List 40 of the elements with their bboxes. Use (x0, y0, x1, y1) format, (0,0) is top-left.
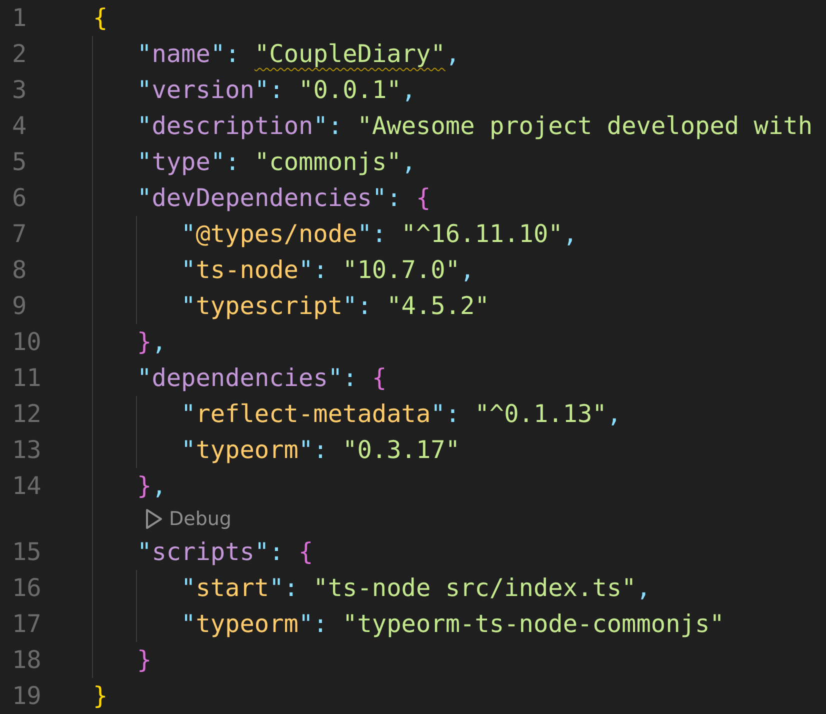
line-number: 13 (11, 434, 42, 466)
code-line: "version": "0.0.1", (137, 74, 416, 106)
line-number: 3 (11, 74, 28, 106)
code-line: "reflect-metadata": "^0.1.13", (181, 398, 622, 430)
code-line: "description": "Awesome project developed with (137, 110, 812, 142)
code-line: }, (137, 470, 166, 502)
code-line: "typeorm": "typeorm-ts-node-commonjs" (181, 608, 724, 640)
code-line: } (137, 644, 152, 676)
line-number: 1 (11, 2, 28, 34)
line-number: 5 (11, 146, 28, 178)
line-number: 4 (11, 110, 28, 142)
code-line: "typescript": "4.5.2" (181, 290, 490, 322)
line-number: 10 (11, 326, 42, 358)
code-line: "@types/node": "^16.11.10", (181, 218, 578, 250)
code-line: { (93, 2, 108, 34)
line-number: 16 (11, 572, 42, 604)
code-line: }, (137, 326, 166, 358)
line-number: 8 (11, 254, 28, 286)
line-number: 17 (11, 608, 42, 640)
line-number: 14 (11, 470, 42, 502)
code-line: "name": "CoupleDiary", (137, 38, 460, 70)
code-line: "typeorm": "0.3.17" (181, 434, 460, 466)
line-number: 11 (11, 362, 42, 394)
code-line: "start": "ts-node src/index.ts", (181, 572, 651, 604)
line-number: 6 (11, 182, 28, 214)
code-line: "dependencies": { (137, 362, 387, 394)
code-line: "ts-node": "10.7.0", (181, 254, 475, 286)
line-number: 19 (11, 680, 42, 712)
play-icon (145, 508, 163, 530)
code-line: "type": "commonjs", (137, 146, 416, 178)
line-number: 2 (11, 38, 28, 70)
line-number: 7 (11, 218, 28, 250)
line-number: 12 (11, 398, 42, 430)
line-number: 18 (11, 644, 42, 676)
code-line: "devDependencies": { (137, 182, 431, 214)
line-number: 9 (11, 290, 28, 322)
code-line: } (93, 680, 108, 712)
line-number: 15 (11, 536, 42, 568)
debug-codelens[interactable]: Debug (137, 504, 232, 534)
code-line: "scripts": { (137, 536, 314, 568)
